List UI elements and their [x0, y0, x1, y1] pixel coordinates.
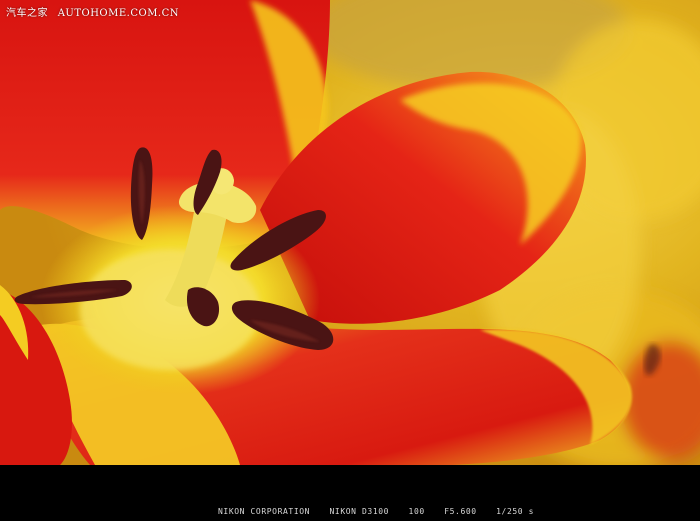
exif-info: NIKON CORPORATION NIKON D3100 100 F5.600… — [218, 507, 548, 516]
watermark: 汽车之家 AUTOHOME.COM.CN — [6, 4, 185, 19]
exif-aperture: F5.600 — [444, 507, 477, 516]
exif-maker: NIKON CORPORATION — [218, 507, 311, 516]
exif-shutter: 1/250 s — [496, 507, 535, 516]
photo-frame: 汽车之家 AUTOHOME.COM.CN NIKON CORPORATION N… — [0, 0, 700, 521]
tulip-illustration — [0, 0, 700, 465]
tulip-photo: 汽车之家 AUTOHOME.COM.CN — [0, 0, 700, 465]
watermark-en: AUTOHOME.COM.CN — [57, 8, 180, 19]
exif-iso: 100 — [408, 507, 425, 516]
exif-model: NIKON D3100 — [329, 507, 390, 516]
watermark-cn: 汽车之家 — [6, 8, 48, 19]
